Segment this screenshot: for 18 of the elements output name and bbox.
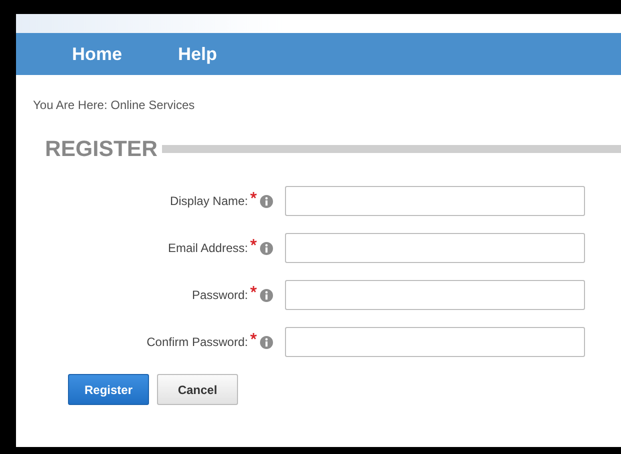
input-field[interactable] xyxy=(285,233,585,263)
info-icon[interactable] xyxy=(260,194,273,208)
info-icon[interactable] xyxy=(260,336,273,348)
cancel-button[interactable]: Cancel xyxy=(157,374,238,405)
nav-link[interactable]: Help xyxy=(178,44,218,64)
info-icon[interactable] xyxy=(260,288,273,302)
breadcrumb: You Are Here: Online Services xyxy=(33,98,196,112)
input-field[interactable] xyxy=(285,327,585,357)
register-button[interactable]: Register xyxy=(68,374,149,405)
field-label: Confirm Password: xyxy=(146,335,248,349)
input-field[interactable] xyxy=(285,186,585,216)
input-field[interactable] xyxy=(285,280,585,310)
field-label: Email Address: xyxy=(166,241,248,255)
field-label: Display Name: xyxy=(168,194,248,208)
nav-link[interactable]: Home xyxy=(72,44,122,64)
section-heading: REGISTER xyxy=(45,136,158,162)
field-label: Password: xyxy=(190,288,248,302)
info-icon[interactable] xyxy=(260,242,273,254)
